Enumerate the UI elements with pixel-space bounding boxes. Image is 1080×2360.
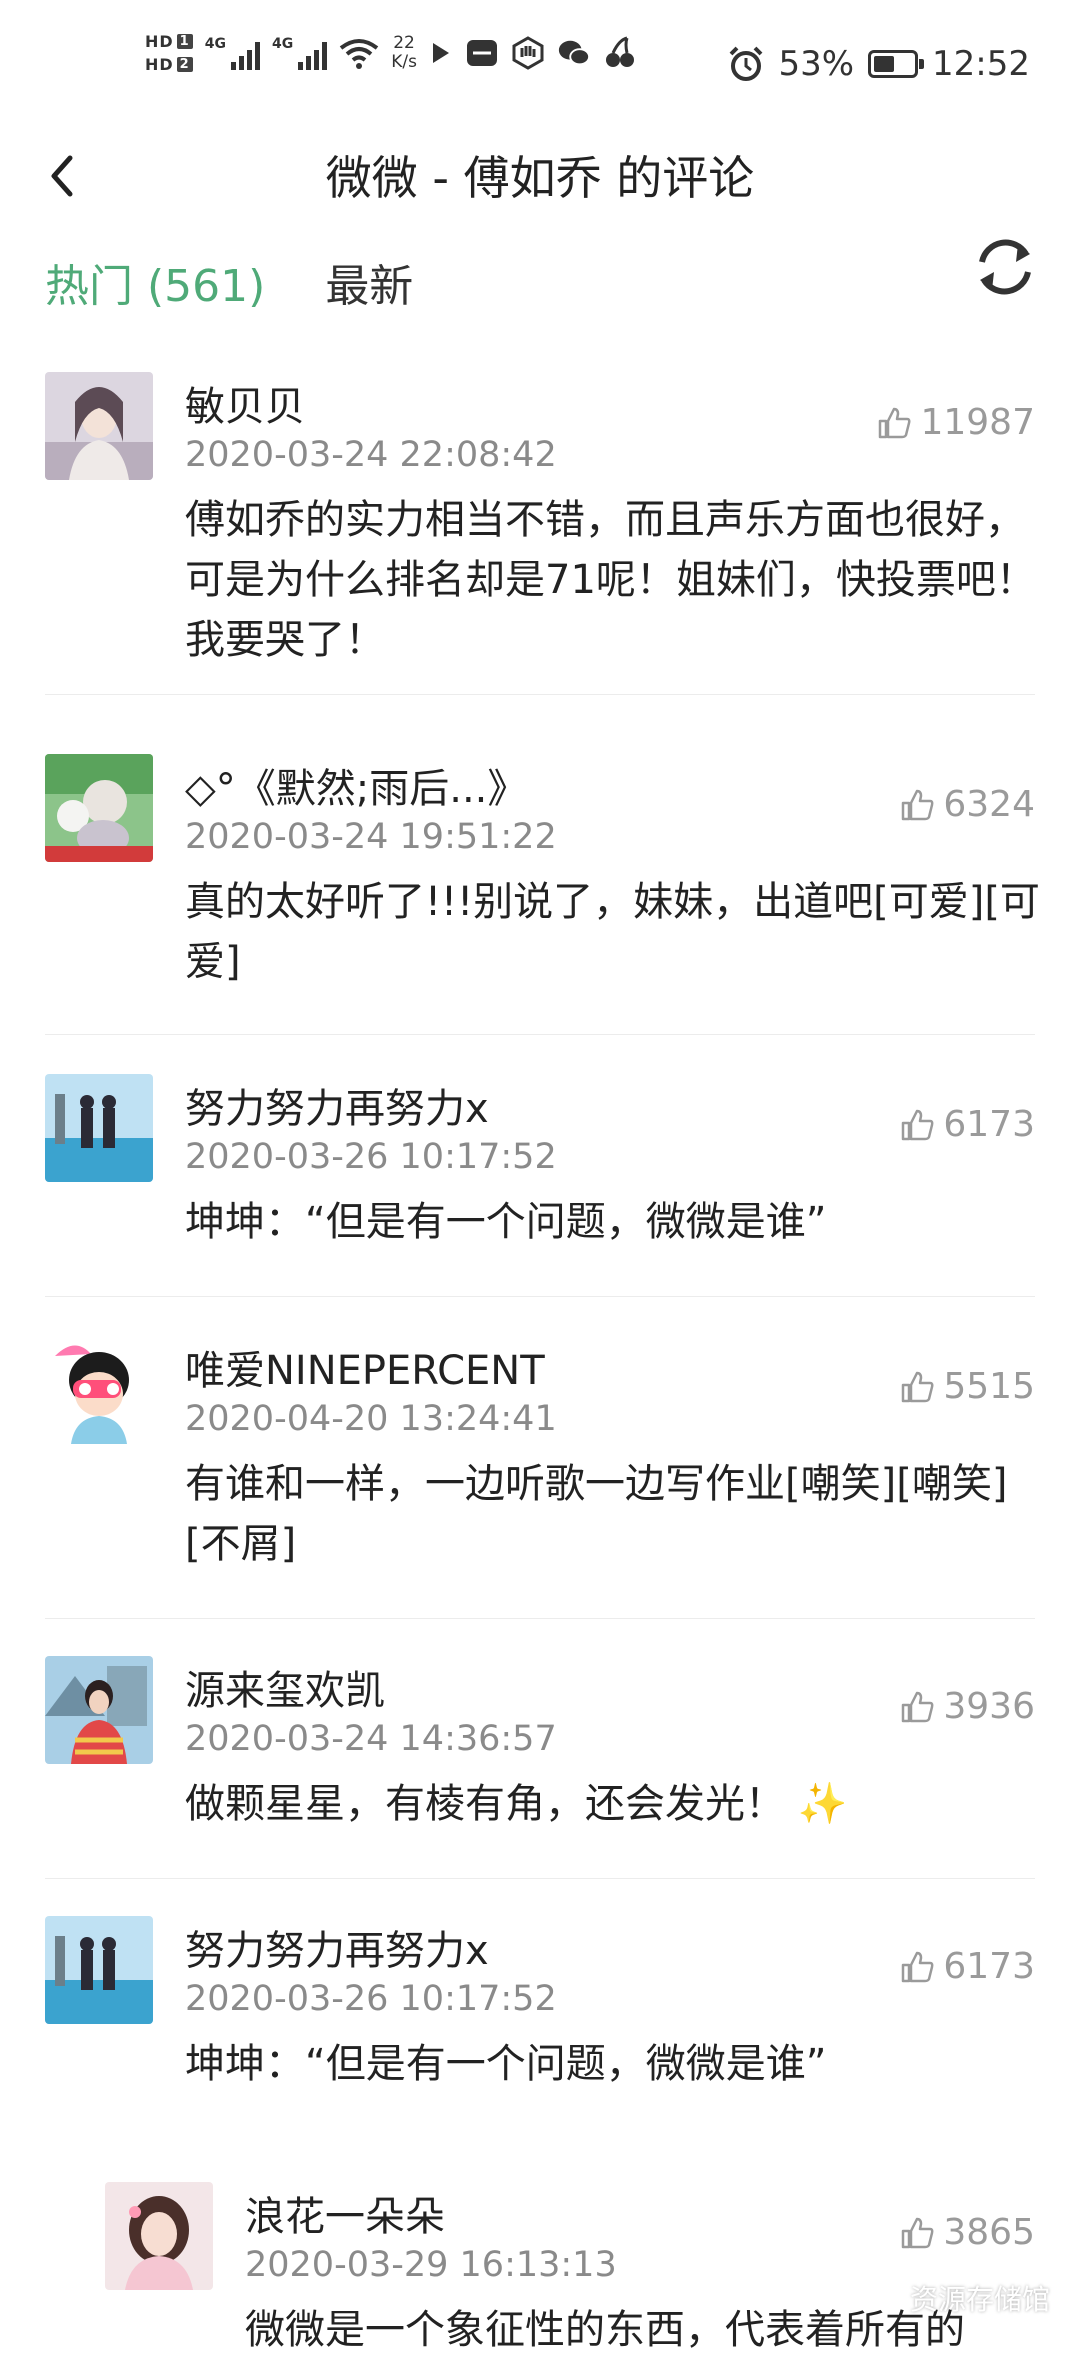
hd1-badge: 1 [176,34,193,49]
like-count: 6173 [943,1104,1035,1145]
like-count: 3865 [943,2212,1035,2253]
signal-2-icon: 4G [271,36,328,70]
divider [45,1878,1035,1879]
status-right: 53% 12:52 [728,44,1030,84]
tab-hot[interactable]: 热门 (561) [45,250,265,320]
watermark-text: 资源存储馆 [909,2283,1050,2316]
network-speed: 22 K/s [391,34,417,72]
tab-bar: 热门 (561) 最新 [45,250,413,320]
avatar[interactable] [45,1656,153,1764]
comment-text: 真的太好听了!!!别说了，妹妹，出道吧[可爱][可爱] [185,879,1040,985]
like-count: 3936 [943,1686,1035,1727]
avatar[interactable] [45,372,153,480]
wechat-watermark-icon [872,2287,901,2309]
avatar[interactable] [105,2182,213,2290]
like-button[interactable]: 6173 [899,1104,1035,1145]
clock: 12:52 [932,44,1030,84]
battery-icon [868,50,925,78]
avatar[interactable] [45,1074,153,1182]
like-button[interactable]: 11987 [876,402,1035,443]
avatar[interactable] [45,1336,153,1444]
like-button[interactable]: 6173 [899,1946,1035,1987]
comment-time: 2020-03-29 16:13:13 [245,2245,617,2285]
comment-time: 2020-04-20 13:24:41 [185,1399,557,1439]
comment-time: 2020-03-24 14:36:57 [185,1719,557,1759]
comment-text: 有谁和一样，一边听歌一边写作业[嘲笑][嘲笑][不屑] [185,1461,1008,1567]
avatar[interactable] [45,754,153,862]
cherry-icon [603,36,637,70]
hand-app-icon [511,36,545,70]
avatar[interactable] [45,1916,153,2024]
comment-text: 傅如乔的实力相当不错，而且声乐方面也很好，可是为什么排名却是71呢！姐妹们，快投… [185,497,1036,663]
comment-time: 2020-03-24 22:08:42 [185,435,557,475]
watermark: 资源存储馆 [872,2278,1050,2318]
huawei-app-icon [465,36,499,70]
wechat-icon [557,36,591,70]
username[interactable]: ◇°《默然;雨后...》 [185,756,527,814]
divider [45,694,1035,695]
username[interactable]: 敏贝贝 [185,374,305,432]
like-count: 6324 [943,784,1035,825]
status-bar: HD 1 HD 2 4G 4G 22 K/s 53% 12:52 [0,0,1080,130]
like-count: 5515 [943,1366,1035,1407]
battery-percent: 53% [778,44,855,84]
page-title: 微微 - 傅如乔 的评论 [325,151,755,205]
sig1-label: 4G [204,36,226,52]
like-button[interactable]: 5515 [899,1366,1035,1407]
play-icon [432,43,449,63]
thumbs-up-icon [902,1691,934,1722]
app-header: 微微 - 傅如乔 的评论 [0,130,1080,230]
username[interactable]: 浪花一朵朵 [245,2184,445,2242]
comment-time: 2020-03-26 10:17:52 [185,1979,557,2019]
thumbs-up-icon [902,1371,934,1402]
net-value: 22 [393,33,415,53]
tab-latest[interactable]: 最新 [325,250,413,320]
thumbs-up-icon [902,789,934,820]
hd-indicator: HD 1 HD 2 [145,32,193,74]
signal-1-icon: 4G [205,36,260,70]
like-count: 6173 [943,1946,1035,1987]
comment-text: 做颗星星，有棱有角，还会发光！ ✨ [185,1781,848,1827]
divider [45,1034,1035,1035]
thumbs-up-icon [902,2217,934,2248]
net-unit: K/s [391,52,417,72]
thumbs-up-icon [879,407,911,438]
alarm-icon [730,46,763,81]
username[interactable]: 源来玺欢凯 [185,1658,385,1716]
divider [45,1296,1035,1297]
comment-text: 坤坤：“但是有一个问题，微微是谁” [185,1199,827,1245]
hd1-label: HD [145,32,174,51]
thumbs-up-icon [902,1951,934,1982]
sig2-label: 4G [271,36,294,52]
like-count: 11987 [920,402,1035,443]
username[interactable]: 努力努力再努力x [185,1918,489,1976]
thumbs-up-icon [902,1109,934,1140]
username[interactable]: 唯爱NINEPERCENT [185,1338,545,1396]
like-button[interactable]: 3865 [899,2212,1035,2253]
hd2-label: HD [145,55,174,74]
hd2-badge: 2 [176,57,193,72]
wifi-icon [339,39,379,69]
like-button[interactable]: 6324 [899,784,1035,825]
username[interactable]: 努力努力再努力x [185,1076,489,1134]
status-left: HD 1 HD 2 4G 4G 22 K/s [145,32,637,74]
comment-time: 2020-03-24 19:51:22 [185,817,557,857]
like-button[interactable]: 3936 [899,1686,1035,1727]
comment-text: 坤坤：“但是有一个问题，微微是谁” [185,2041,827,2087]
comment-time: 2020-03-26 10:17:52 [185,1137,557,1177]
divider [45,1618,1035,1619]
refresh-icon[interactable] [970,232,1040,302]
